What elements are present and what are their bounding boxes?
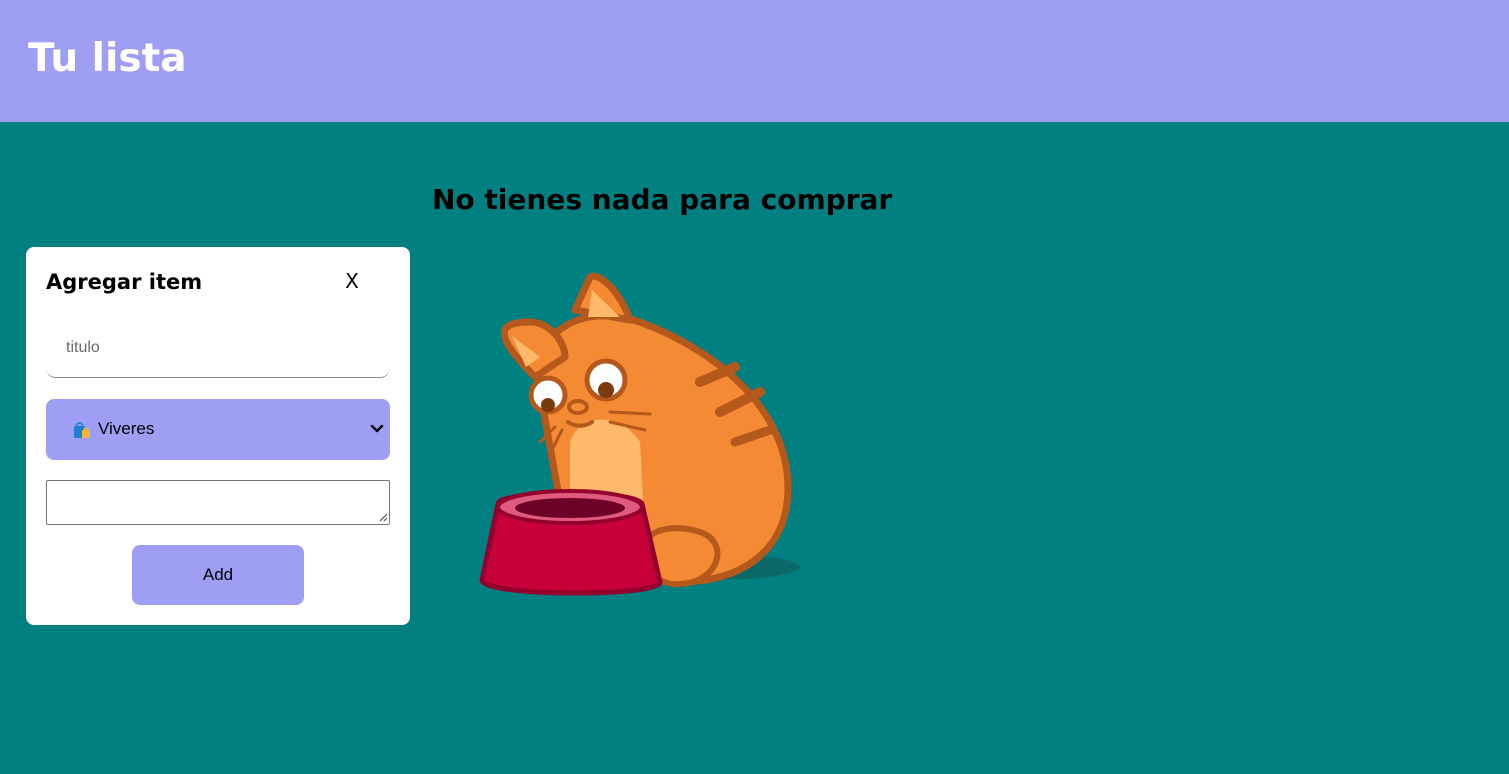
category-select[interactable]: Viveres: [46, 399, 390, 460]
page-title: Tu lista: [28, 36, 187, 81]
panel-title: Agregar item: [46, 270, 203, 294]
app-header: Tu lista: [0, 0, 1509, 122]
empty-state-message: No tienes nada para comprar: [432, 183, 893, 216]
resize-handle-icon[interactable]: [378, 512, 388, 522]
cat-illustration: [479, 272, 800, 596]
shopping-bags-icon: [74, 422, 90, 438]
chevron-down-icon: [370, 424, 384, 433]
close-button[interactable]: X: [336, 267, 368, 295]
category-selected-value: Viveres: [98, 419, 155, 438]
add-item-panel: Agregar item X Viveres Add: [26, 247, 410, 625]
title-input[interactable]: [46, 318, 390, 378]
add-button[interactable]: Add: [132, 545, 304, 605]
notes-textarea[interactable]: [46, 480, 390, 525]
